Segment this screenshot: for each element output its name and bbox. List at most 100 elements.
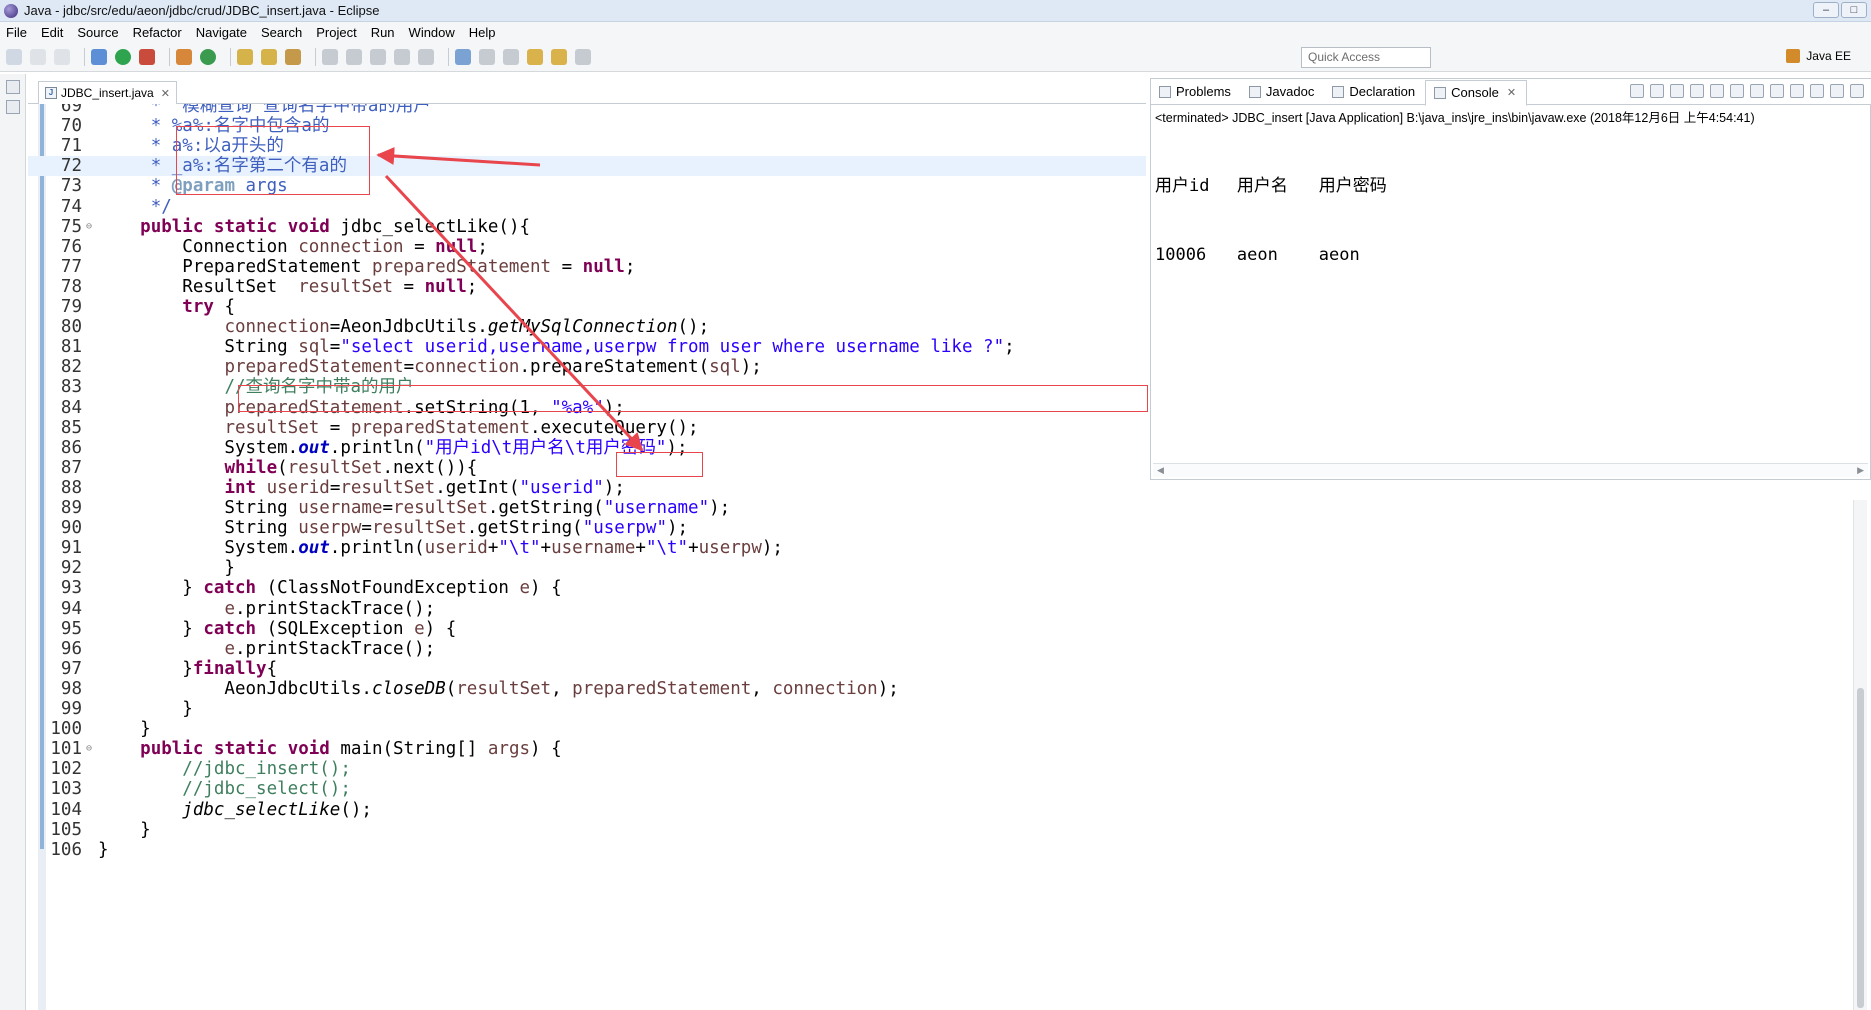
code-line[interactable]: 99 }: [28, 699, 1146, 719]
menu-file[interactable]: File: [6, 25, 27, 40]
code-line[interactable]: 81 String sql="select userid,username,us…: [28, 337, 1146, 357]
line-number: 89: [60, 498, 82, 518]
menu-navigate[interactable]: Navigate: [196, 25, 247, 40]
editor-tab-jdbc-insert[interactable]: J JDBC_insert.java ✕: [38, 81, 177, 104]
restore-icon[interactable]: [6, 80, 20, 94]
word-wrap-icon[interactable]: [1730, 84, 1744, 98]
format-icon[interactable]: [418, 48, 434, 65]
fold-toggle-icon[interactable]: ⊖: [86, 217, 92, 237]
tab-console[interactable]: Console ✕: [1425, 79, 1528, 106]
remove-launch-icon[interactable]: [1650, 84, 1664, 98]
clear-console-icon[interactable]: [1690, 84, 1704, 98]
toggle-mark-icon[interactable]: [322, 48, 338, 65]
code-line[interactable]: 86 System.out.println("用户id\t用户名\t用户密码")…: [28, 438, 1146, 458]
external-tools-icon[interactable]: [139, 48, 155, 65]
menu-refactor[interactable]: Refactor: [133, 25, 182, 40]
save-icon[interactable]: [30, 48, 46, 65]
forward-icon[interactable]: [575, 48, 591, 65]
code-line[interactable]: 88 int userid=resultSet.getInt("userid")…: [28, 478, 1146, 498]
code-line[interactable]: 91 System.out.println(userid+"\t"+userna…: [28, 538, 1146, 558]
java-ee-perspective-icon: [1786, 49, 1801, 63]
last-edit-location-icon[interactable]: [527, 48, 543, 65]
search-icon[interactable]: [285, 48, 301, 65]
new-java-project-icon[interactable]: [176, 48, 192, 65]
code-line[interactable]: 101 ⊖ public static void main(String[] ar…: [28, 739, 1146, 759]
code-line[interactable]: 105 }: [28, 820, 1146, 840]
block-selection-icon[interactable]: [346, 48, 362, 65]
code-line[interactable]: 102 //jdbc_insert();: [28, 759, 1146, 779]
minimize-view-icon[interactable]: [1850, 84, 1864, 98]
fold-toggle-icon[interactable]: ⊖: [86, 739, 92, 759]
tab-declaration[interactable]: Declaration: [1324, 80, 1425, 104]
minimize-button[interactable]: –: [1813, 2, 1839, 18]
code-line[interactable]: 77 PreparedStatement preparedStatement =…: [28, 257, 1146, 277]
console-output[interactable]: 用户id 用户名 用户密码 10006 aeon aeon: [1155, 129, 1387, 313]
scrollbar-thumb[interactable]: [1857, 688, 1864, 1008]
code-line[interactable]: 75 ⊖ public static void jdbc_selectLike()…: [28, 217, 1146, 237]
close-icon[interactable]: ✕: [1507, 86, 1516, 99]
code-line[interactable]: 96 e.printStackTrace();: [28, 639, 1146, 659]
scroll-right-icon[interactable]: ▶: [1857, 465, 1864, 476]
menu-window[interactable]: Window: [409, 25, 455, 40]
tab-javadoc[interactable]: Javadoc: [1241, 80, 1324, 104]
code-line[interactable]: 98 AeonJdbcUtils.closeDB(resultSet, prep…: [28, 679, 1146, 699]
code-line[interactable]: 76 Connection connection = null;: [28, 237, 1146, 257]
menu-help[interactable]: Help: [469, 25, 496, 40]
code-line[interactable]: 100 }: [28, 719, 1146, 739]
code-line[interactable]: 78 ResultSet resultSet = null;: [28, 277, 1146, 297]
remove-all-icon[interactable]: [1670, 84, 1684, 98]
show-on-output-icon[interactable]: [1750, 84, 1764, 98]
code-line[interactable]: 80 connection=AeonJdbcUtils.getMySqlConn…: [28, 317, 1146, 337]
perspective-switcher[interactable]: Java EE: [1786, 49, 1851, 63]
code-line[interactable]: 103 //jdbc_select();: [28, 779, 1146, 799]
previous-annotation-icon[interactable]: [503, 48, 519, 65]
code-line[interactable]: 94 e.printStackTrace();: [28, 599, 1146, 619]
code-line[interactable]: 92 }: [28, 558, 1146, 578]
tab-problems[interactable]: Problems: [1151, 80, 1241, 104]
open-task-icon[interactable]: [261, 48, 277, 65]
menu-edit[interactable]: Edit: [41, 25, 63, 40]
package-explorer-icon[interactable]: [6, 100, 20, 114]
code-line[interactable]: 69 * 模糊查询 查询名字中带a的用户: [28, 104, 1146, 116]
code-line[interactable]: 95 } catch (SQLException e) {: [28, 619, 1146, 639]
code-line[interactable]: 89 String username=resultSet.getString("…: [28, 498, 1146, 518]
quick-access-field[interactable]: Quick Access: [1301, 47, 1431, 68]
pin-editor-icon[interactable]: [394, 48, 410, 65]
menu-run[interactable]: Run: [371, 25, 395, 40]
code-line[interactable]: 82 preparedStatement=connection.prepareS…: [28, 357, 1146, 377]
back-icon[interactable]: [551, 48, 567, 65]
pin-console-icon[interactable]: [1790, 84, 1804, 98]
close-icon[interactable]: ✕: [161, 87, 170, 100]
code-line[interactable]: 104 jdbc_selectLike();: [28, 800, 1146, 820]
maximize-button[interactable]: □: [1841, 2, 1867, 18]
new-icon[interactable]: [6, 48, 22, 65]
code-line[interactable]: 97 }finally{: [28, 659, 1146, 679]
code-line[interactable]: 106}: [28, 840, 1146, 860]
code-line[interactable]: 90 String userpw=resultSet.getString("us…: [28, 518, 1146, 538]
menu-project[interactable]: Project: [316, 25, 356, 40]
show-on-error-icon[interactable]: [1770, 84, 1784, 98]
display-console-icon[interactable]: [1810, 84, 1824, 98]
code-line[interactable]: 74 */: [28, 197, 1146, 217]
console-horizontal-scrollbar[interactable]: ◀ ▶: [1153, 463, 1868, 477]
run-icon[interactable]: [115, 48, 131, 65]
open-console-icon[interactable]: [1830, 84, 1844, 98]
code-line[interactable]: 87 while(resultSet.next()){: [28, 458, 1146, 478]
menu-search[interactable]: Search: [261, 25, 302, 40]
scroll-lock-icon[interactable]: [1710, 84, 1724, 98]
debug-icon[interactable]: [91, 48, 107, 65]
new-class-icon[interactable]: [200, 48, 216, 65]
code-line[interactable]: 85 resultSet = preparedStatement.execute…: [28, 418, 1146, 438]
terminate-icon[interactable]: [1630, 84, 1644, 98]
scroll-left-icon[interactable]: ◀: [1157, 465, 1164, 476]
open-type-icon[interactable]: [237, 48, 253, 65]
code-line[interactable]: 93 } catch (ClassNotFoundException e) {: [28, 578, 1146, 598]
code-line[interactable]: 79 try {: [28, 297, 1146, 317]
editor-vertical-scrollbar[interactable]: [1853, 500, 1867, 1010]
show-whitespace-icon[interactable]: [370, 48, 386, 65]
next-annotation-icon[interactable]: [479, 48, 495, 65]
save-all-icon[interactable]: [54, 48, 70, 65]
console-icon[interactable]: [455, 48, 471, 65]
menu-source[interactable]: Source: [77, 25, 118, 40]
code-area[interactable]: 69 * 模糊查询 查询名字中带a的用户 70 * %a%:名字中包含a的 71 *…: [28, 104, 1146, 1010]
